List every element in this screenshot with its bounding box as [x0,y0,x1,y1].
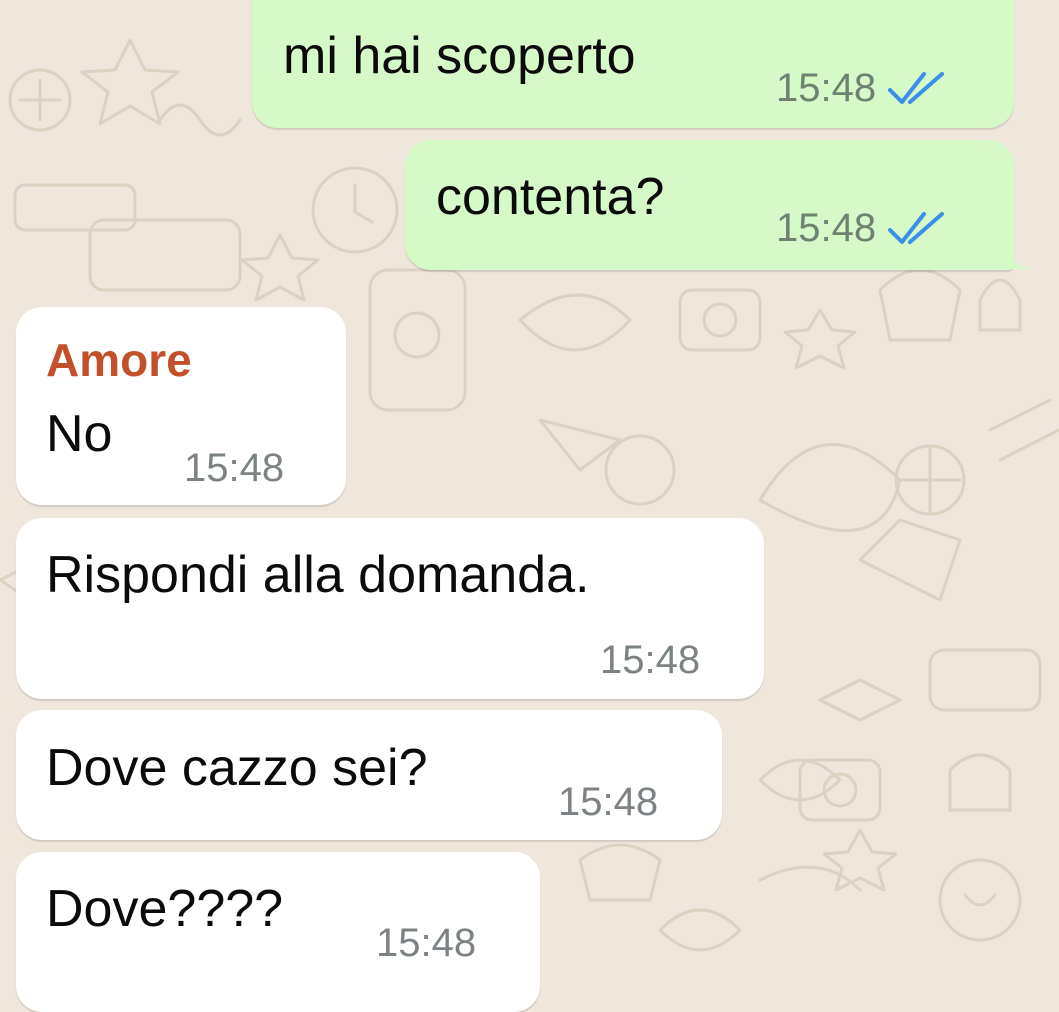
double-check-icon [888,212,945,244]
message-bubble-outgoing[interactable]: contenta? 15:48 [405,140,1014,270]
message-meta: 15:48 [776,208,950,248]
message-time: 15:48 [600,638,701,682]
bubble-tail [1000,238,1032,270]
message-text: Rispondi alla domanda. [46,546,590,604]
message-bubble-incoming[interactable]: Dove???? 15:48 [16,852,540,1012]
message-text: contenta? [436,168,665,226]
sender-name: Amore [46,334,192,386]
message-bubble-incoming[interactable]: Dove cazzo sei? 15:48 [16,710,722,840]
message-bubble-incoming[interactable]: Rispondi alla domanda. 15:48 [16,518,764,699]
message-meta: 15:48 [600,640,700,680]
message-bubble-incoming[interactable]: Amore No 15:48 [16,307,346,505]
message-meta: 15:48 [376,923,476,963]
message-time: 15:48 [376,921,477,965]
message-time: 15:48 [776,66,877,110]
message-meta: 15:48 [776,68,950,108]
message-meta: 15:48 [558,782,658,822]
message-meta: 15:48 [184,448,284,488]
double-check-icon [888,72,945,104]
message-text: No [46,405,113,463]
message-time: 15:48 [558,780,659,824]
message-time: 15:48 [776,206,877,250]
message-bubble-outgoing[interactable]: mi hai scoperto 15:48 [252,0,1014,128]
message-text: Dove cazzo sei? [46,739,428,797]
message-text: mi hai scoperto [283,27,636,85]
message-time: 15:48 [184,446,285,490]
message-text: Dove???? [46,880,284,938]
